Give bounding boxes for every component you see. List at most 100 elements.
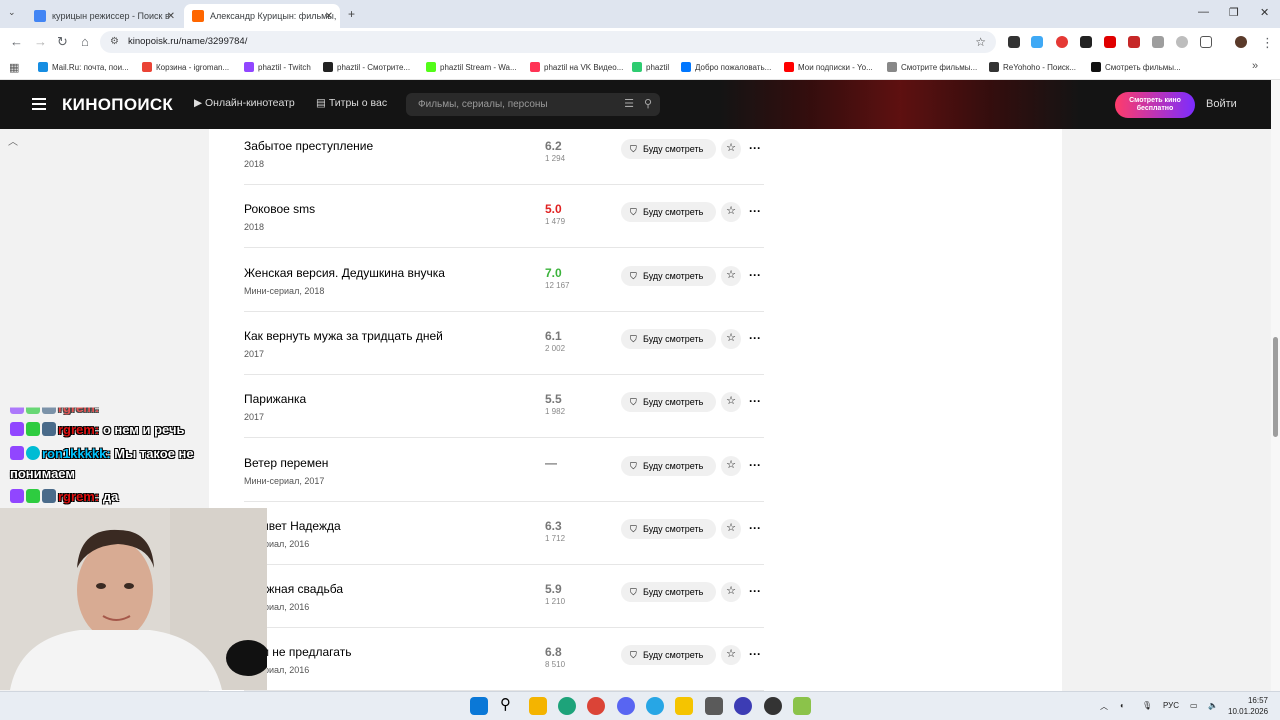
watch-later-button[interactable]: ⛉ Буду смотреть bbox=[621, 582, 716, 603]
film-title[interactable]: Парижанка bbox=[244, 392, 306, 406]
extension-icon[interactable] bbox=[1008, 36, 1020, 48]
more-options-icon[interactable]: ··· bbox=[746, 266, 764, 286]
rate-star-icon[interactable]: ☆ bbox=[721, 582, 741, 603]
collapse-chevron-icon[interactable]: ︿ bbox=[8, 133, 18, 148]
bookmark-item[interactable]: Корзина - igroman... bbox=[142, 62, 229, 72]
close-window-icon[interactable]: ✕ bbox=[1260, 6, 1269, 19]
extensions-puzzle-icon[interactable] bbox=[1200, 36, 1212, 48]
nav-online-cinema[interactable]: ▶ Онлайн-кинотеатр bbox=[194, 97, 295, 109]
close-tab-icon[interactable]: ✕ bbox=[167, 11, 175, 22]
rate-star-icon[interactable]: ☆ bbox=[721, 392, 741, 413]
more-options-icon[interactable]: ··· bbox=[746, 645, 764, 665]
site-info-icon[interactable]: ⚙ bbox=[110, 31, 119, 53]
telegram-icon[interactable] bbox=[646, 697, 664, 715]
minimize-icon[interactable]: — bbox=[1198, 6, 1209, 18]
watch-later-button[interactable]: ⛉ Буду смотреть bbox=[621, 202, 716, 223]
watch-later-button[interactable]: ⛉ Буду смотреть bbox=[621, 455, 716, 476]
menu-kebab-icon[interactable]: ⋮ bbox=[1261, 35, 1274, 51]
bookmark-item[interactable]: Мои подписки - Yo... bbox=[784, 62, 873, 72]
rate-star-icon[interactable]: ☆ bbox=[721, 202, 741, 223]
file-explorer-icon[interactable] bbox=[529, 697, 547, 715]
watch-later-button[interactable]: ⛉ Буду смотреть bbox=[621, 645, 716, 666]
watch-later-button[interactable]: ⛉ Буду смотреть bbox=[621, 265, 716, 286]
more-bookmarks-icon[interactable]: » bbox=[1252, 60, 1258, 72]
back-icon[interactable]: ← bbox=[10, 34, 23, 49]
bookmark-item[interactable]: Смотреть фильмы... bbox=[1091, 62, 1181, 72]
clock[interactable]: 16:57 10.01.2026 bbox=[1228, 695, 1268, 717]
network-icon[interactable]: ▭ bbox=[1190, 701, 1198, 710]
home-icon[interactable]: ⌂ bbox=[81, 34, 89, 49]
more-options-icon[interactable]: ··· bbox=[746, 456, 764, 476]
more-options-icon[interactable]: ··· bbox=[746, 139, 764, 159]
tab-kinopoisk[interactable]: Александр Курицын: фильмы, ✕ bbox=[184, 4, 340, 28]
extension-icon[interactable] bbox=[1031, 36, 1043, 48]
film-title[interactable]: Ветер перемен bbox=[244, 456, 328, 470]
watch-later-button[interactable]: ⛉ Буду смотреть bbox=[621, 139, 716, 159]
microphone-icon[interactable]: 🎙 bbox=[1142, 701, 1152, 710]
bookmark-item[interactable]: phaztil Stream - Wa... bbox=[426, 62, 517, 72]
extension-icon[interactable] bbox=[1056, 36, 1068, 48]
rate-star-icon[interactable]: ☆ bbox=[721, 265, 741, 286]
bookmark-star-icon[interactable]: ☆ bbox=[975, 31, 986, 53]
tray-chevron-icon[interactable]: ︿ bbox=[1100, 701, 1108, 712]
bookmark-item[interactable]: phaztil - Twitch bbox=[244, 62, 311, 72]
page-scrollbar[interactable] bbox=[1271, 80, 1280, 691]
bookmark-item[interactable]: phaztil на VK Видео... bbox=[530, 62, 623, 72]
bookmark-item[interactable]: Добро пожаловать... bbox=[681, 62, 771, 72]
new-tab-button[interactable]: + bbox=[348, 7, 355, 21]
obs-icon[interactable] bbox=[764, 697, 782, 715]
forward-icon[interactable]: → bbox=[34, 34, 47, 49]
extension-icon[interactable] bbox=[1128, 36, 1140, 48]
watch-later-button[interactable]: ⛉ Буду смотреть bbox=[621, 392, 716, 413]
rate-star-icon[interactable]: ☆ bbox=[721, 328, 741, 349]
menu-hamburger-icon[interactable] bbox=[32, 98, 46, 113]
extension-icon[interactable] bbox=[1152, 36, 1164, 48]
reload-icon[interactable]: ↻ bbox=[57, 34, 68, 50]
close-tab-icon[interactable]: ✕ bbox=[325, 11, 333, 22]
discord-icon[interactable] bbox=[617, 697, 635, 715]
watch-later-button[interactable]: ⛉ Буду смотреть bbox=[621, 518, 716, 539]
rate-star-icon[interactable]: ☆ bbox=[721, 139, 741, 159]
more-options-icon[interactable]: ··· bbox=[746, 582, 764, 602]
network-icon[interactable]: ◐ bbox=[1120, 701, 1125, 710]
search-icon[interactable]: ⚲ bbox=[644, 93, 652, 116]
bookmark-item[interactable]: Смотрите фильмы... bbox=[887, 62, 977, 72]
avatar[interactable] bbox=[1235, 36, 1247, 48]
extension-icon[interactable] bbox=[1080, 36, 1092, 48]
bookmark-item[interactable]: Mail.Ru: почта, пои... bbox=[38, 62, 129, 72]
filter-icon[interactable]: ☰ bbox=[624, 93, 634, 116]
film-title[interactable]: Женская версия. Дедушкина внучка bbox=[244, 266, 445, 280]
scrollbar-thumb[interactable] bbox=[1273, 337, 1278, 437]
rate-star-icon[interactable]: ☆ bbox=[721, 455, 741, 476]
extension-icon[interactable] bbox=[1176, 36, 1188, 48]
more-options-icon[interactable]: ··· bbox=[746, 329, 764, 349]
watch-free-button[interactable]: Смотреть кино бесплатно bbox=[1115, 92, 1195, 118]
app-icon[interactable] bbox=[705, 697, 723, 715]
more-options-icon[interactable]: ··· bbox=[746, 392, 764, 412]
app-icon[interactable] bbox=[734, 697, 752, 715]
more-options-icon[interactable]: ··· bbox=[746, 202, 764, 222]
url-field[interactable]: ⚙ kinopoisk.ru/name/3299784/ ☆ bbox=[100, 31, 996, 53]
watch-later-button[interactable]: ⛉ Буду смотреть bbox=[621, 328, 716, 349]
film-title[interactable]: Забытое преступление bbox=[244, 139, 373, 153]
windows-start-icon[interactable] bbox=[470, 697, 488, 715]
edge-icon[interactable] bbox=[558, 697, 576, 715]
tab-google-search[interactable]: курицын режиссер - Поиск в ✕ bbox=[26, 4, 182, 28]
chrome-icon[interactable] bbox=[587, 697, 605, 715]
more-options-icon[interactable]: ··· bbox=[746, 519, 764, 539]
maximize-icon[interactable]: ❐ bbox=[1229, 6, 1239, 19]
site-logo[interactable]: КИНОПОИСК bbox=[62, 95, 173, 115]
bookmark-item[interactable]: phaztil - Смотрите... bbox=[323, 62, 410, 72]
language-indicator[interactable]: РУС bbox=[1163, 701, 1179, 710]
film-title[interactable]: Как вернуть мужа за тридцать дней bbox=[244, 329, 443, 343]
volume-icon[interactable]: 🔈 bbox=[1208, 701, 1218, 710]
rate-star-icon[interactable]: ☆ bbox=[721, 645, 741, 666]
app-icon[interactable] bbox=[793, 697, 811, 715]
search-icon[interactable]: ⚲ bbox=[500, 695, 518, 713]
bookmark-item[interactable]: phaztil bbox=[632, 62, 669, 72]
bookmark-item[interactable]: ReYohoho - Поиск... bbox=[989, 62, 1076, 72]
rate-star-icon[interactable]: ☆ bbox=[721, 518, 741, 539]
nav-titles[interactable]: ▤ Титры о вас bbox=[316, 97, 387, 109]
film-title[interactable]: Роковое sms bbox=[244, 202, 315, 216]
search-input[interactable]: Фильмы, сериалы, персоны ⚲ ☰ bbox=[406, 93, 660, 116]
